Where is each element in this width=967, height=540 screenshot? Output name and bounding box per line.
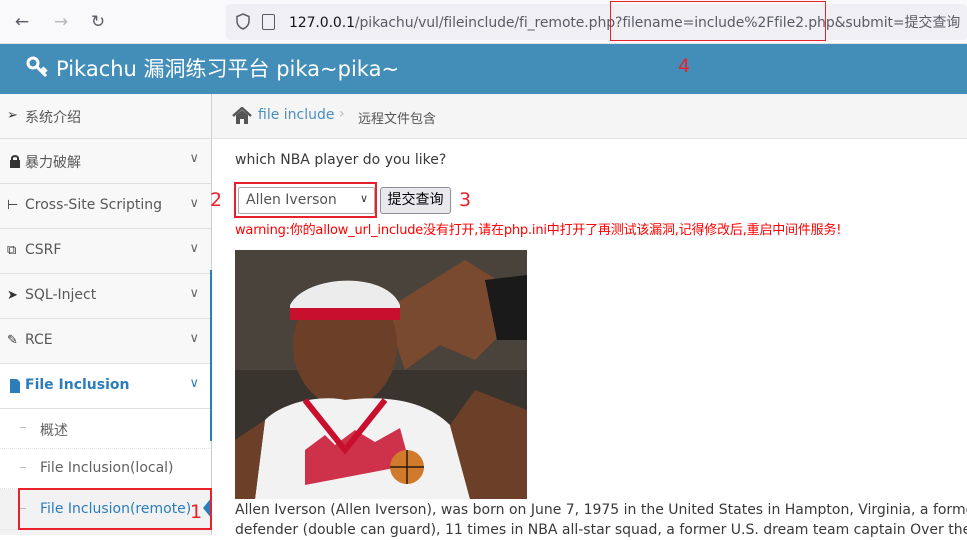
submenu-item-overview[interactable]: 概述 (0, 409, 211, 449)
annotation-box-2 (234, 182, 377, 218)
file-icon (10, 379, 20, 393)
submenu-item-label: File Inclusion(local) (40, 460, 174, 476)
bio-line: defender (double can guard), 11 times in… (235, 522, 967, 538)
active-menu-indicator (210, 270, 212, 441)
warning-message: warning:你的allow_url_include没有打开,请在php.in… (235, 223, 842, 238)
lock-icon (10, 155, 20, 168)
breadcrumb-current: 远程文件包含 (358, 112, 437, 127)
shield-icon[interactable] (236, 13, 250, 30)
submenu-item-label: 概述 (40, 423, 68, 439)
submenu-dash (20, 427, 26, 428)
annotation-box-4 (610, 1, 826, 41)
sidebar-item-xss[interactable]: ⊢ Cross-Site Scripting ∨ (0, 184, 211, 229)
question-text: which NBA player do you like? (235, 152, 447, 168)
pencil-icon: ✎ (7, 333, 18, 348)
chevron-down-icon: ∨ (189, 241, 199, 256)
sidebar-item-label: File Inclusion (25, 377, 130, 393)
home-icon (232, 107, 252, 124)
chevron-down-icon: ∨ (189, 376, 199, 391)
breadcrumb: file include › 远程文件包含 (212, 94, 967, 139)
sitemap-icon: ⊢ (7, 198, 19, 213)
url-host: 127.0.0.1 (289, 15, 355, 31)
sidebar-item-rce[interactable]: ✎ RCE ∨ (0, 319, 211, 364)
chevron-down-icon: ∨ (189, 151, 199, 166)
site-title[interactable]: Pikachu 漏洞练习平台 pika~pika~ (56, 55, 399, 83)
annotation-number-4: 4 (678, 55, 691, 77)
sidebar-item-intro[interactable]: ➢ 系统介绍 (0, 94, 211, 139)
submenu-item-local[interactable]: File Inclusion(local) (0, 449, 211, 489)
bio-line: Allen Iverson (Allen Iverson), was born … (235, 502, 967, 518)
chevron-down-icon: ∨ (189, 196, 199, 211)
sidebar-item-label: 暴力破解 (25, 155, 81, 171)
tags-icon: ➢ (7, 108, 18, 123)
chevron-right-icon: › (339, 106, 345, 122)
player-illustration (235, 250, 527, 499)
sidebar-item-label: Cross-Site Scripting (25, 197, 163, 213)
sidebar-item-label: CSRF (25, 242, 62, 258)
breadcrumb-link[interactable]: file include (258, 107, 335, 123)
player-bio: Allen Iverson (Allen Iverson), was born … (235, 500, 967, 540)
fighter-jet-icon: ➤ (7, 288, 18, 303)
sidebar-item-file-inclusion[interactable]: File Inclusion ∨ (0, 364, 211, 409)
player-photo (235, 250, 527, 499)
sidebar: ➢ 系统介绍 暴力破解 ∨ ⊢ Cross-Site Scripting ∨ ⧉… (0, 94, 212, 535)
reload-icon[interactable]: ↻ (87, 11, 109, 33)
back-arrow-icon[interactable]: ← (11, 11, 33, 33)
chevron-down-icon: ∨ (189, 286, 199, 301)
sidebar-item-sql-inject[interactable]: ➤ SQL-Inject ∨ (0, 274, 211, 319)
chevron-down-icon: ∨ (189, 331, 199, 346)
sidebar-item-brute-force[interactable]: 暴力破解 ∨ (0, 139, 211, 184)
share-icon: ⧉ (7, 243, 17, 258)
site-header: Pikachu 漏洞练习平台 pika~pika~ (0, 44, 967, 94)
sidebar-item-label: RCE (25, 332, 53, 348)
annotation-box-1 (18, 488, 212, 530)
annotation-number-3: 3 (459, 189, 472, 211)
sidebar-item-label: 系统介绍 (25, 110, 81, 126)
sidebar-item-label: SQL-Inject (25, 287, 97, 303)
annotation-number-2: 2 (210, 189, 223, 211)
annotation-number-1: 1 (190, 501, 203, 523)
page-info-icon[interactable] (262, 14, 275, 30)
submenu-dash (20, 467, 26, 468)
forward-arrow-icon[interactable]: → (50, 11, 72, 33)
sidebar-item-csrf[interactable]: ⧉ CSRF ∨ (0, 229, 211, 274)
key-icon (26, 56, 48, 77)
address-bar[interactable]: 127.0.0.1/pikachu/vul/fileinclude/fi_rem… (226, 4, 967, 40)
submit-button[interactable]: 提交查询 (380, 187, 451, 214)
